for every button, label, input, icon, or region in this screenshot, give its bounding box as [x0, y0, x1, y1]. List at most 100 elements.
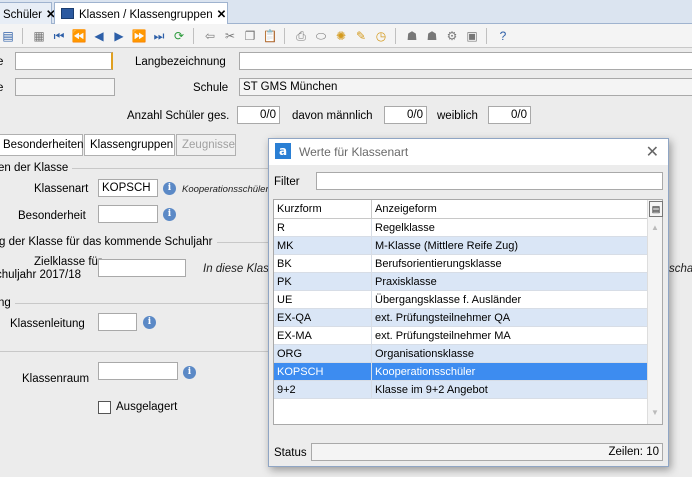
eraser-icon[interactable]: ✎: [353, 28, 369, 44]
cell-anzeigeform: Organisationsklasse: [375, 348, 475, 360]
paste-icon[interactable]: 📋: [262, 28, 278, 44]
window-icon[interactable]: ▣: [464, 28, 480, 44]
besonderheit-input[interactable]: [98, 205, 158, 223]
column-chooser-icon[interactable]: ▤: [649, 201, 663, 217]
fast-forward-icon[interactable]: ⏩: [131, 28, 147, 44]
schule-value: ST GMS München: [239, 78, 692, 96]
cell-kurzform: ORG: [274, 345, 372, 363]
dialog-body: Filter Kurzform Anzeigeform R Regelklasse…: [269, 165, 668, 466]
table-row[interactable]: KOPSCH Kooperationsschüler: [274, 363, 647, 381]
cell-anzeigeform: Berufsorientierungsklasse: [375, 258, 502, 270]
new-record-icon[interactable]: ▤: [0, 28, 16, 44]
table-row[interactable]: EX-QA ext. Prüfungsteilnehmer QA: [274, 309, 647, 327]
group-title: en der Klasse: [0, 162, 73, 174]
cell-anzeigeform: M-Klasse (Mittlere Reife Zug): [375, 240, 519, 252]
readonly-input: [15, 78, 115, 96]
klassenart-label: Klassenart: [34, 183, 89, 195]
langbezeichnung-input[interactable]: [239, 52, 692, 70]
next-icon[interactable]: ▶: [111, 28, 127, 44]
toolbar-separator: [486, 28, 487, 44]
copy-icon[interactable]: ❐: [242, 28, 258, 44]
subtab-besonderheiten[interactable]: Besonderheiten: [0, 134, 84, 156]
refresh-icon[interactable]: ⟳: [171, 28, 187, 44]
help-icon[interactable]: ?: [495, 28, 511, 44]
values-grid: Kurzform Anzeigeform R Regelklasse MK M-Kla…: [273, 199, 663, 425]
status-label: Status: [274, 447, 307, 459]
cell-anzeigeform: Regelklasse: [375, 222, 435, 234]
table-row[interactable]: BK Berufsorientierungsklasse: [274, 255, 647, 273]
users-icon[interactable]: ☗: [404, 28, 420, 44]
table-row[interactable]: R Regelklasse: [274, 219, 647, 237]
info-icon[interactable]: i: [163, 208, 176, 221]
previous-icon[interactable]: ◀: [91, 28, 107, 44]
group-divider: [0, 351, 270, 352]
table-row[interactable]: PK Praxisklasse: [274, 273, 647, 291]
zielklasse-input[interactable]: [98, 259, 186, 277]
info-icon[interactable]: i: [183, 366, 196, 379]
first-record-icon[interactable]: ⏮: [51, 28, 67, 44]
last-record-icon[interactable]: ⏭: [151, 28, 167, 44]
row-count: Zeilen: 10: [608, 446, 659, 458]
clock-icon[interactable]: ◷: [373, 28, 389, 44]
vertical-scrollbar[interactable]: ▤ ▲ ▼: [647, 200, 663, 424]
table-row[interactable]: MK M-Klasse (Mittlere Reife Zug): [274, 237, 647, 255]
grid-header: Kurzform Anzeigeform: [274, 200, 647, 219]
table-icon: [61, 8, 74, 19]
cell-anzeigeform: ext. Prüfungsteilnehmer MA: [375, 330, 511, 342]
scroll-up-icon[interactable]: ▲: [651, 223, 659, 232]
cell-kurzform: EX-QA: [274, 309, 372, 327]
subtab-klassengruppen[interactable]: Klassengruppen: [84, 134, 175, 156]
tab-schueler[interactable]: Schüler ✕: [0, 2, 56, 24]
cell-kurzform: MK: [274, 237, 372, 255]
document-icon[interactable]: ▦: [31, 28, 47, 44]
zielklasse-label-2: chuljahr 2017/18: [0, 269, 82, 281]
dialog-titlebar[interactable]: a Werte für Klassenart ✕: [269, 139, 668, 165]
ausgelagert-label: Ausgelagert: [116, 401, 178, 413]
info-icon[interactable]: i: [143, 316, 156, 329]
klassenart-input[interactable]: KOPSCH: [98, 179, 158, 197]
cell-kurzform: BK: [274, 255, 372, 273]
table-row[interactable]: EX-MA ext. Prüfungsteilnehmer MA: [274, 327, 647, 345]
fast-back-icon[interactable]: ⏪: [71, 28, 87, 44]
ausgelagert-checkbox[interactable]: [98, 401, 111, 414]
klassenleitung-label: Klassenleitung: [10, 318, 85, 330]
group-title: g der Klasse für das kommende Schuljahr: [0, 236, 217, 248]
column-header-kurzform[interactable]: Kurzform: [274, 200, 372, 218]
disk-icon[interactable]: ⬭: [313, 28, 329, 44]
users-group-icon[interactable]: ☗: [424, 28, 440, 44]
cell-kurzform: KOPSCH: [274, 363, 372, 381]
klassenleitung-input[interactable]: [98, 313, 137, 331]
close-icon[interactable]: ✕: [646, 142, 659, 162]
cell-kurzform: 9+2: [274, 381, 372, 399]
table-row[interactable]: ORG Organisationsklasse: [274, 345, 647, 363]
scroll-down-icon[interactable]: ▼: [651, 408, 659, 417]
kurzform-input[interactable]: [15, 52, 113, 70]
tab-klassen[interactable]: Klassen / Klassengruppen ✕: [54, 2, 228, 24]
weiblich-label: weiblich: [437, 110, 478, 122]
column-header-anzeigeform[interactable]: Anzeigeform: [372, 200, 647, 218]
cell-kurzform: R: [274, 219, 372, 237]
toolbar-separator: [395, 28, 396, 44]
print-icon[interactable]: ⎙: [293, 28, 309, 44]
info-icon[interactable]: i: [163, 182, 176, 195]
table-row[interactable]: 9+2 Klasse im 9+2 Angebot: [274, 381, 647, 399]
group-title: ng: [0, 297, 15, 309]
table-row[interactable]: UE Übergangsklasse f. Ausländer: [274, 291, 647, 309]
toolbar-separator: [22, 28, 23, 44]
close-icon[interactable]: ✕: [217, 9, 227, 21]
dialog-title: Werte für Klassenart: [299, 145, 409, 159]
lightbulb-icon[interactable]: ✺: [333, 28, 349, 44]
cell-anzeigeform: Übergangsklasse f. Ausländer: [375, 294, 522, 306]
tools-icon[interactable]: ⚙: [444, 28, 460, 44]
filter-label: Filter: [274, 176, 300, 188]
filter-input[interactable]: [316, 172, 663, 190]
klassenraum-input[interactable]: [98, 362, 178, 380]
cut-icon[interactable]: ✂: [222, 28, 238, 44]
back-arrow-icon[interactable]: ⇦: [202, 28, 218, 44]
schule-label: Schule: [193, 82, 229, 94]
cell-kurzform: PK: [274, 273, 372, 291]
tab-label: Schüler: [3, 9, 42, 21]
cell-anzeigeform: Kooperationsschüler: [375, 366, 476, 378]
klassenart-hint: Kooperationsschüler: [182, 184, 269, 195]
cell-kurzform: UE: [274, 291, 372, 309]
